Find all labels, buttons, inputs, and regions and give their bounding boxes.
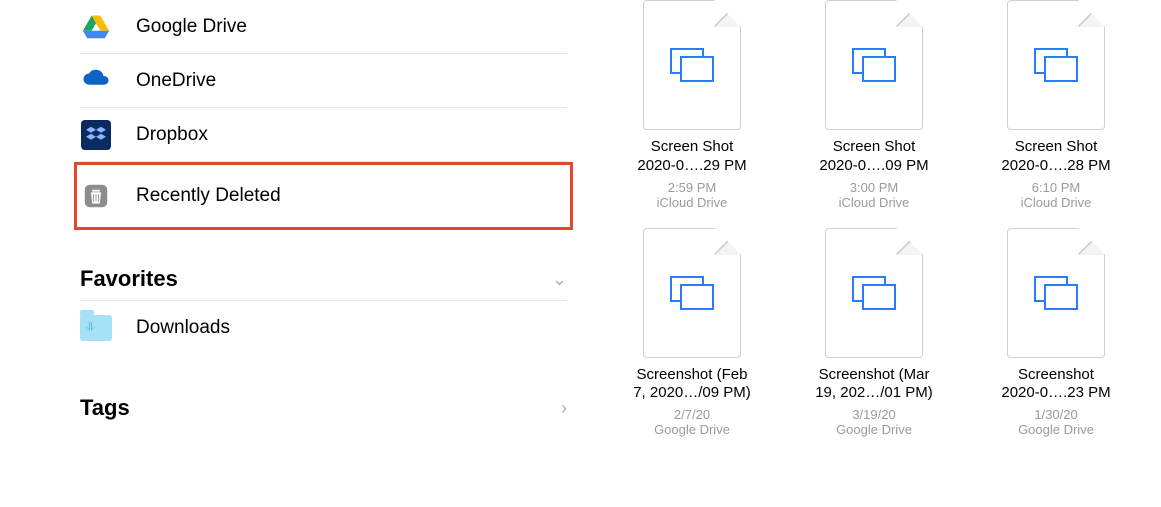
sidebar-item-dropbox[interactable]: Dropbox [80,108,567,162]
file-name: Screenshot (Mar [819,366,930,385]
sidebar-item-onedrive[interactable]: OneDrive [80,54,567,108]
dropbox-icon [80,119,112,151]
sidebar: Google Drive OneDrive Dropbox Recently D… [0,0,587,507]
favorites-section-header[interactable]: Favorites ⌄ [80,256,567,301]
file-time: 1/30/20 [1034,407,1077,422]
file-name: Screen Shot [833,138,916,157]
file-item[interactable]: Screen Shot 2020-0….28 PM 6:10 PM iCloud… [971,0,1141,210]
sidebar-item-label: Downloads [136,317,230,339]
sidebar-item-recently-deleted[interactable]: Recently Deleted [80,168,567,224]
sidebar-item-label: Google Drive [136,16,247,38]
file-time: 6:10 PM [1032,180,1080,195]
file-thumbnail [643,228,741,358]
file-thumbnail [643,0,741,130]
file-time: 2/7/20 [674,407,710,422]
downloads-folder-icon [80,312,112,344]
file-name-line2: 2020-0….28 PM [1001,157,1110,176]
file-name: Screenshot [1018,366,1094,385]
file-name: Screenshot (Feb [637,366,748,385]
sidebar-item-label: OneDrive [136,70,216,92]
file-location: iCloud Drive [839,195,910,210]
sidebar-item-label: Dropbox [136,124,208,146]
tags-title: Tags [80,395,130,421]
file-location: Google Drive [836,422,912,437]
file-location: iCloud Drive [1021,195,1092,210]
file-item[interactable]: Screenshot (Feb 7, 2020…/09 PM) 2/7/20 G… [607,228,777,438]
file-item[interactable]: Screenshot (Mar 19, 202…/01 PM) 3/19/20 … [789,228,959,438]
google-drive-icon [80,11,112,43]
file-name-line2: 2020-0….09 PM [819,157,928,176]
file-thumbnail [1007,0,1105,130]
onedrive-icon [80,65,112,97]
file-location: Google Drive [654,422,730,437]
highlight-recently-deleted: Recently Deleted [74,162,573,230]
file-name-line2: 7, 2020…/09 PM) [633,384,751,403]
file-item[interactable]: Screen Shot 2020-0….09 PM 3:00 PM iCloud… [789,0,959,210]
sidebar-item-downloads[interactable]: Downloads [80,301,567,355]
file-grid: Screen Shot 2020-0….29 PM 2:59 PM iCloud… [587,0,1161,507]
file-location: iCloud Drive [657,195,728,210]
file-location: Google Drive [1018,422,1094,437]
favorites-title: Favorites [80,266,178,292]
tags-section-header[interactable]: Tags › [80,385,567,429]
trash-icon [80,180,112,212]
chevron-right-icon: › [561,398,567,419]
file-thumbnail [1007,228,1105,358]
file-item[interactable]: Screen Shot 2020-0….29 PM 2:59 PM iCloud… [607,0,777,210]
file-thumbnail [825,228,923,358]
file-time: 3/19/20 [852,407,895,422]
file-thumbnail [825,0,923,130]
file-name: Screen Shot [651,138,734,157]
sidebar-item-label: Recently Deleted [136,185,281,207]
file-item[interactable]: Screenshot 2020-0….23 PM 1/30/20 Google … [971,228,1141,438]
file-name-line2: 19, 202…/01 PM) [815,384,933,403]
file-name: Screen Shot [1015,138,1098,157]
file-name-line2: 2020-0….29 PM [637,157,746,176]
chevron-down-icon: ⌄ [552,269,567,290]
sidebar-item-google-drive[interactable]: Google Drive [80,0,567,54]
file-name-line2: 2020-0….23 PM [1001,384,1110,403]
file-time: 3:00 PM [850,180,898,195]
file-time: 2:59 PM [668,180,716,195]
